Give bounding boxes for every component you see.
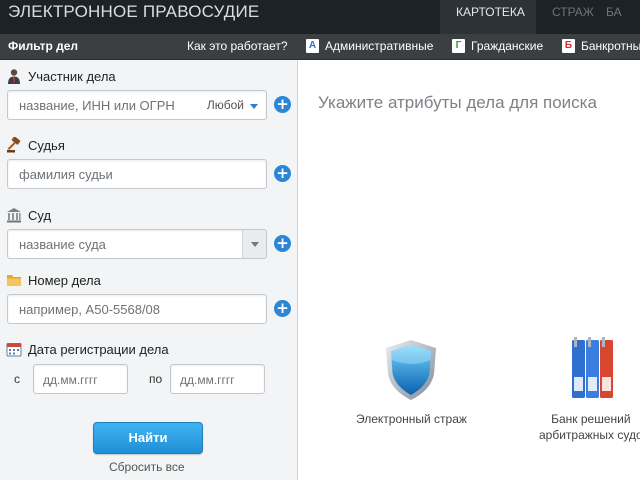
date-to-placeholder: дд.мм.гггг: [180, 373, 235, 387]
administrative-icon: А: [306, 39, 319, 53]
courthouse-icon: [7, 208, 21, 223]
chevron-down-icon[interactable]: [250, 104, 258, 109]
add-court-button[interactable]: +: [274, 235, 291, 252]
case-number-placeholder: например, А50-5568/08: [19, 302, 161, 317]
tab-bank[interactable]: БА: [606, 0, 640, 34]
promo-decisions-bank[interactable]: Банк решений арбитражных судо: [539, 411, 640, 443]
find-button[interactable]: Найти: [93, 422, 203, 454]
gavel-icon: [7, 137, 21, 153]
tab-kartoteka[interactable]: КАРТОТЕКА: [440, 0, 536, 34]
date-to-input[interactable]: дд.мм.гггг: [170, 364, 265, 394]
case-number-input[interactable]: например, А50-5568/08: [7, 294, 267, 324]
chevron-down-icon[interactable]: [242, 230, 266, 258]
binders-icon[interactable]: [570, 335, 624, 401]
court-placeholder: название суда: [19, 237, 106, 252]
date-from-prefix: с: [14, 372, 20, 386]
participant-label: Участник дела: [28, 69, 116, 84]
participant-placeholder: название, ИНН или ОГРН: [19, 98, 175, 113]
promo-caption-line2: арбитражных судо: [539, 428, 640, 442]
date-from-placeholder: дд.мм.гггг: [43, 373, 98, 387]
promo-caption-line1: Банк решений: [551, 412, 631, 426]
add-judge-button[interactable]: +: [274, 165, 291, 182]
filter-title: Фильтр дел: [8, 39, 79, 53]
category-administrative[interactable]: А Административные: [306, 38, 433, 56]
filter-bar: Фильтр дел Как это работает? А Администра…: [0, 34, 640, 60]
participant-input[interactable]: название, ИНН или ОГРН Любой: [7, 90, 267, 120]
category-bankruptcy[interactable]: Б Банкротны: [562, 38, 640, 56]
participant-role-select[interactable]: Любой: [207, 98, 244, 112]
judge-placeholder: фамилия судьи: [19, 167, 113, 182]
tab-strazh[interactable]: СТРАЖ: [536, 0, 606, 34]
top-header: ЭЛЕКТРОННОЕ ПРАВОСУДИЕ КАРТОТЕКА СТРАЖ Б…: [0, 0, 640, 34]
reset-all-link[interactable]: Сбросить все: [109, 460, 185, 474]
user-icon: [8, 69, 20, 84]
registration-date-label: Дата регистрации дела: [28, 342, 169, 357]
filter-panel: Участник дела название, ИНН или ОГРН Люб…: [0, 60, 298, 480]
brand-title[interactable]: ЭЛЕКТРОННОЕ ПРАВОСУДИЕ: [8, 2, 259, 22]
calendar-icon: [6, 343, 22, 357]
category-label: Гражданские: [471, 39, 544, 53]
shield-icon[interactable]: [383, 338, 439, 402]
category-civil[interactable]: Г Гражданские: [452, 38, 543, 56]
how-it-works-link[interactable]: Как это работает?: [187, 39, 288, 53]
add-participant-button[interactable]: +: [274, 96, 291, 113]
case-number-label: Номер дела: [28, 273, 101, 288]
date-to-prefix: по: [149, 372, 163, 386]
date-from-input[interactable]: дд.мм.гггг: [33, 364, 128, 394]
judge-label: Судья: [28, 138, 65, 153]
promo-electronic-guard[interactable]: Электронный страж: [356, 411, 467, 427]
bankruptcy-icon: Б: [562, 39, 575, 53]
court-select[interactable]: название суда: [7, 229, 267, 259]
add-case-number-button[interactable]: +: [274, 300, 291, 317]
category-label: Административные: [325, 39, 434, 53]
civil-icon: Г: [452, 39, 465, 53]
category-label: Банкротны: [581, 39, 640, 53]
court-label: Суд: [28, 208, 52, 223]
search-hint: Укажите атрибуты дела для поиска: [318, 93, 597, 112]
judge-input[interactable]: фамилия судьи: [7, 159, 267, 189]
folder-icon: [7, 275, 21, 286]
